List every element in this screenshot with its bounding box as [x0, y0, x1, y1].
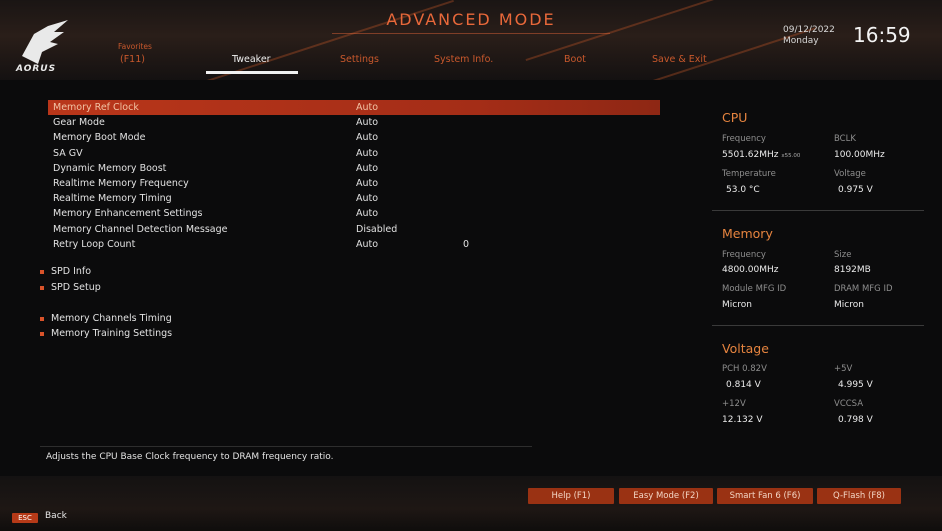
- esc-key-button[interactable]: ESC: [12, 513, 38, 523]
- help-description-bar: Adjusts the CPU Base Clock frequency to …: [40, 446, 532, 466]
- setting-row-realtime-memory-timing[interactable]: Realtime Memory Timing Auto: [48, 191, 660, 206]
- submenu-spd-setup[interactable]: SPD Setup: [40, 282, 101, 293]
- clock: 16:59: [853, 23, 911, 47]
- setting-row-gear-mode[interactable]: Gear Mode Auto: [48, 115, 660, 130]
- module-mfg-id-value: Micron: [722, 300, 752, 310]
- setting-label: Retry Loop Count: [53, 238, 136, 250]
- setting-row-sa-gv[interactable]: SA GV Auto: [48, 146, 660, 161]
- setting-row-memory-channel-detection-message[interactable]: Memory Channel Detection Message Disable…: [48, 222, 660, 237]
- setting-row-dynamic-memory-boost[interactable]: Dynamic Memory Boost Auto: [48, 161, 660, 176]
- submenu-label: Memory Channels Timing: [51, 313, 172, 324]
- tab-system-info[interactable]: System Info.: [434, 54, 493, 65]
- submenu-label: Memory Training Settings: [51, 328, 173, 339]
- setting-value[interactable]: Auto: [356, 176, 378, 191]
- hardware-info-panel: CPU Frequency BCLK 5501.62MHz x55.00 100…: [712, 100, 924, 440]
- setting-value[interactable]: Auto: [356, 115, 378, 130]
- setting-row-memory-boot-mode[interactable]: Memory Boot Mode Auto: [48, 130, 660, 145]
- date-text: 09/12/2022: [783, 25, 835, 35]
- setting-row-memory-ref-clock[interactable]: Memory Ref Clock Auto: [48, 100, 660, 116]
- submenu-spd-info[interactable]: SPD Info: [40, 266, 91, 277]
- tab-save-exit[interactable]: Save & Exit: [652, 54, 707, 65]
- submenu-label: SPD Info: [51, 266, 92, 277]
- cpu-temperature-value: 53.0 °C: [726, 185, 760, 195]
- tab-favorites[interactable]: (F11): [120, 54, 145, 65]
- cpu-bclk-label: BCLK: [834, 134, 856, 144]
- setting-label: Memory Boot Mode: [53, 132, 146, 144]
- bullet-icon: [40, 331, 44, 336]
- setting-value[interactable]: Disabled: [356, 222, 397, 237]
- pch-voltage-label: PCH 0.82V: [722, 364, 767, 374]
- cpu-bclk-value: 100.00MHz: [834, 150, 885, 160]
- tab-favorites-label: Favorites: [118, 42, 152, 51]
- bios-screen: AORUS ADVANCED MODE Favorites (F11) Twea…: [0, 0, 942, 531]
- submenu-label: SPD Setup: [51, 282, 101, 293]
- panel-divider: [712, 210, 924, 211]
- help-text: Adjusts the CPU Base Clock frequency to …: [46, 452, 334, 462]
- day-text: Monday: [783, 36, 819, 46]
- dram-mfg-id-label: DRAM MFG ID: [834, 284, 893, 294]
- cpu-voltage-value: 0.975 V: [838, 185, 873, 195]
- date-display: 09/12/2022 Monday: [783, 25, 835, 47]
- setting-label: SA GV: [53, 147, 83, 159]
- setting-value[interactable]: Auto: [356, 100, 378, 115]
- settings-list: Memory Ref Clock Auto Gear Mode Auto Mem…: [48, 100, 660, 252]
- setting-label: Memory Enhancement Settings: [53, 208, 203, 220]
- back-button-label[interactable]: Back: [45, 511, 67, 521]
- tab-boot[interactable]: Boot: [564, 54, 586, 65]
- setting-row-retry-loop-count[interactable]: Retry Loop Count Auto 0: [48, 237, 660, 252]
- dram-mfg-id-value: Micron: [834, 300, 864, 310]
- help-button[interactable]: Help (F1): [528, 488, 614, 504]
- voltage-section-title: Voltage: [722, 341, 769, 356]
- setting-value[interactable]: Auto: [356, 130, 378, 145]
- memory-size-value: 8192MB: [834, 265, 871, 275]
- cpu-voltage-label: Voltage: [834, 169, 866, 179]
- memory-size-label: Size: [834, 250, 852, 260]
- active-tab-underline: [206, 71, 298, 74]
- setting-label: Memory Channel Detection Message: [53, 223, 228, 235]
- setting-row-realtime-memory-frequency[interactable]: Realtime Memory Frequency Auto: [48, 176, 660, 191]
- easy-mode-button[interactable]: Easy Mode (F2): [619, 488, 713, 504]
- panel-divider: [712, 325, 924, 326]
- setting-value[interactable]: Auto: [356, 206, 378, 221]
- p12v-value: 12.132 V: [722, 415, 763, 425]
- pch-voltage-value: 0.814 V: [726, 380, 761, 390]
- setting-value[interactable]: Auto: [356, 161, 378, 176]
- bullet-icon: [40, 269, 44, 274]
- header-bar: AORUS ADVANCED MODE Favorites (F11) Twea…: [0, 0, 942, 80]
- setting-value[interactable]: Auto: [356, 146, 378, 161]
- vccsa-value: 0.798 V: [838, 415, 873, 425]
- memory-frequency-label: Frequency: [722, 250, 766, 260]
- module-mfg-id-label: Module MFG ID: [722, 284, 787, 294]
- p5v-value: 4.995 V: [838, 380, 873, 390]
- cpu-frequency-label: Frequency: [722, 134, 766, 144]
- logo-text: AORUS: [16, 64, 57, 74]
- cpu-temperature-label: Temperature: [722, 169, 776, 179]
- submenu-memory-training-settings[interactable]: Memory Training Settings: [40, 328, 172, 339]
- memory-frequency-value: 4800.00MHz: [722, 265, 779, 275]
- setting-value[interactable]: Auto: [356, 191, 378, 206]
- vccsa-label: VCCSA: [834, 399, 864, 409]
- tab-settings[interactable]: Settings: [340, 54, 379, 65]
- cpu-frequency-value: 5501.62MHz x55.00: [722, 150, 801, 160]
- retry-count-value[interactable]: 0: [463, 237, 469, 252]
- footer-bar: Help (F1) Easy Mode (F2) Smart Fan 6 (F6…: [0, 476, 942, 531]
- bullet-icon: [40, 316, 44, 321]
- main-tabs: Favorites (F11) Tweaker Settings System …: [100, 40, 750, 76]
- setting-label: Realtime Memory Timing: [53, 193, 172, 205]
- bullet-icon: [40, 285, 44, 290]
- smart-fan-button[interactable]: Smart Fan 6 (F6): [717, 488, 813, 504]
- p5v-label: +5V: [834, 364, 853, 374]
- setting-label: Gear Mode: [53, 117, 105, 129]
- setting-label: Memory Ref Clock: [53, 102, 139, 113]
- q-flash-button[interactable]: Q-Flash (F8): [817, 488, 901, 504]
- setting-label: Dynamic Memory Boost: [53, 162, 167, 174]
- p12v-label: +12V: [722, 399, 746, 409]
- setting-row-memory-enhancement-settings[interactable]: Memory Enhancement Settings Auto: [48, 206, 660, 221]
- tab-tweaker[interactable]: Tweaker: [232, 54, 271, 65]
- setting-label: Realtime Memory Frequency: [53, 177, 189, 189]
- submenu-memory-channels-timing[interactable]: Memory Channels Timing: [40, 313, 172, 324]
- cpu-section-title: CPU: [722, 110, 748, 125]
- memory-section-title: Memory: [722, 226, 773, 241]
- setting-value[interactable]: Auto: [356, 237, 378, 252]
